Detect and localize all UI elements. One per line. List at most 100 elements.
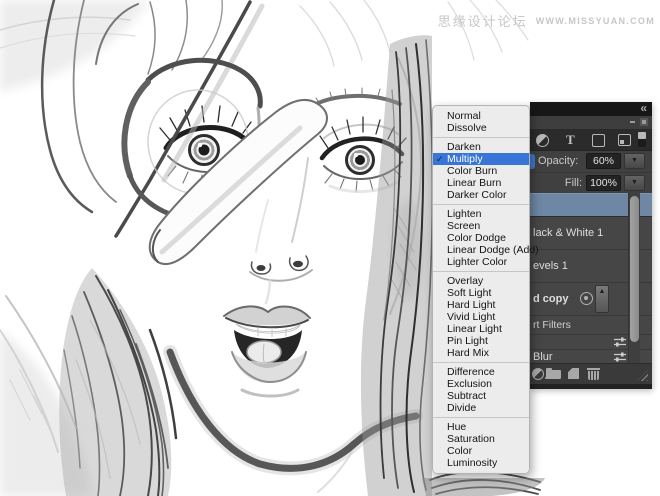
- menu-item-lighten[interactable]: Lighten: [433, 208, 529, 220]
- filter-toggle-switch[interactable]: [638, 132, 646, 147]
- new-adjustment-layer-icon[interactable]: [532, 368, 544, 380]
- panel-resize-grip[interactable]: [637, 370, 648, 381]
- layer-filter-bar: T: [530, 130, 652, 151]
- menu-item-screen[interactable]: Screen: [433, 220, 529, 232]
- menu-item-color[interactable]: Color: [433, 445, 529, 457]
- menu-item-label: Color Burn: [447, 165, 497, 177]
- fill-label: Fill:: [530, 177, 582, 189]
- menu-separator: [433, 417, 529, 418]
- panel-tab-strip: [530, 116, 652, 130]
- menu-item-label: Normal: [447, 110, 481, 122]
- watermark-site-name: 思缘设计论坛: [438, 11, 528, 30]
- opacity-dropdown-button[interactable]: ▼: [624, 153, 645, 169]
- menu-item-soft-light[interactable]: Soft Light: [433, 287, 529, 299]
- filter-shape-layers-icon[interactable]: [592, 134, 605, 147]
- menu-item-label: Hue: [447, 421, 466, 433]
- menu-item-label: Divide: [447, 402, 476, 414]
- menu-item-label: Vivid Light: [447, 311, 495, 323]
- menu-item-label: Overlay: [447, 275, 483, 287]
- menu-item-darker-color[interactable]: Darker Color: [433, 189, 529, 201]
- menu-item-vivid-light[interactable]: Vivid Light: [433, 311, 529, 323]
- menu-item-linear-burn[interactable]: Linear Burn: [433, 177, 529, 189]
- fill-dropdown-button[interactable]: ▼: [624, 175, 645, 191]
- filter-type-layers-icon[interactable]: T: [566, 132, 575, 148]
- menu-item-label: Pin Light: [447, 335, 488, 347]
- filter-adjustment-layers-icon[interactable]: [536, 134, 549, 147]
- menu-item-label: Dissolve: [447, 122, 487, 134]
- blend-mode-select-fragment[interactable]: [530, 154, 535, 169]
- menu-item-label: Hard Light: [447, 299, 495, 311]
- menu-item-luminosity[interactable]: Luminosity: [433, 457, 529, 469]
- menu-separator: [433, 362, 529, 363]
- menu-item-linear-dodge-add-[interactable]: Linear Dodge (Add): [433, 244, 529, 256]
- collapse-panel-icon[interactable]: «: [640, 102, 647, 115]
- layers-list: lack & White 1 evels 1 d copy ▲ rt Filters Bl…: [530, 193, 652, 364]
- panel-menu-icon[interactable]: [630, 118, 648, 127]
- menu-item-label: Luminosity: [447, 457, 497, 469]
- menu-item-label: Difference: [447, 366, 495, 378]
- panel-title-bar: «: [530, 102, 652, 116]
- menu-item-darken[interactable]: Darken: [433, 141, 529, 153]
- filter-blending-options-icon[interactable]: [613, 337, 627, 348]
- menu-item-multiply[interactable]: ✓Multiply: [433, 153, 529, 165]
- menu-item-label: Lighter Color: [447, 256, 507, 268]
- menu-item-subtract[interactable]: Subtract: [433, 390, 529, 402]
- opacity-value[interactable]: 60%: [586, 153, 621, 169]
- menu-item-label: Soft Light: [447, 287, 491, 299]
- photoshop-workspace: 思缘设计论坛 WWW.MISSYUAN.COM « T Opacity: 60%…: [0, 0, 660, 496]
- watermark: 思缘设计论坛 WWW.MISSYUAN.COM: [438, 11, 655, 30]
- smart-filter-badge-icon: [580, 292, 593, 305]
- menu-item-label: Hard Mix: [447, 347, 489, 359]
- new-layer-icon[interactable]: [568, 368, 579, 379]
- watermark-url: WWW.MISSYUAN.COM: [536, 16, 655, 26]
- layer-name: lack & White 1: [533, 227, 603, 239]
- layers-scrollbar[interactable]: [628, 193, 640, 364]
- menu-item-label: Lighten: [447, 208, 481, 220]
- menu-item-lighter-color[interactable]: Lighter Color: [433, 256, 529, 268]
- scrollbar-thumb[interactable]: [630, 196, 639, 342]
- menu-item-normal[interactable]: Normal: [433, 110, 529, 122]
- menu-item-color-dodge[interactable]: Color Dodge: [433, 232, 529, 244]
- menu-separator: [433, 137, 529, 138]
- opacity-row: Opacity: 60% ▼: [530, 151, 652, 173]
- menu-item-overlay[interactable]: Overlay: [433, 275, 529, 287]
- layer-name: d copy: [533, 293, 568, 305]
- filter-blending-options-icon[interactable]: [613, 352, 627, 363]
- menu-item-label: Saturation: [447, 433, 495, 445]
- menu-item-label: Subtract: [447, 390, 486, 402]
- menu-item-label: Linear Burn: [447, 177, 501, 189]
- menu-item-hard-mix[interactable]: Hard Mix: [433, 347, 529, 359]
- layer-name: evels 1: [533, 260, 568, 272]
- menu-item-dissolve[interactable]: Dissolve: [433, 122, 529, 134]
- menu-item-difference[interactable]: Difference: [433, 366, 529, 378]
- menu-item-linear-light[interactable]: Linear Light: [433, 323, 529, 335]
- menu-item-pin-light[interactable]: Pin Light: [433, 335, 529, 347]
- layer-name: Blur: [533, 351, 553, 363]
- menu-item-label: Darker Color: [447, 189, 507, 201]
- fill-row: Fill: 100% ▼: [530, 173, 652, 195]
- layer-name: rt Filters: [533, 319, 571, 331]
- fill-value[interactable]: 100%: [586, 175, 621, 191]
- blend-mode-menu-items: NormalDissolveDarken✓MultiplyColor BurnL…: [433, 110, 529, 469]
- menu-item-divide[interactable]: Divide: [433, 402, 529, 414]
- menu-item-label: Multiply: [447, 153, 483, 165]
- checkmark-icon: ✓: [436, 153, 446, 165]
- menu-item-hue[interactable]: Hue: [433, 421, 529, 433]
- menu-item-label: Linear Dodge (Add): [447, 244, 539, 256]
- menu-item-color-burn[interactable]: Color Burn: [433, 165, 529, 177]
- menu-item-exclusion[interactable]: Exclusion: [433, 378, 529, 390]
- menu-item-label: Screen: [447, 220, 480, 232]
- layers-panel: « T Opacity: 60% ▼ Fill: 100% ▼ lack & W…: [530, 102, 652, 389]
- smart-filter-collapse-button[interactable]: ▲: [595, 285, 609, 313]
- menu-item-hard-light[interactable]: Hard Light: [433, 299, 529, 311]
- menu-separator: [433, 271, 529, 272]
- menu-item-saturation[interactable]: Saturation: [433, 433, 529, 445]
- panel-bottom-edge: [530, 384, 652, 389]
- new-group-icon[interactable]: [546, 370, 561, 379]
- delete-layer-icon[interactable]: [587, 367, 600, 380]
- menu-item-label: Color Dodge: [447, 232, 506, 244]
- menu-item-label: Linear Light: [447, 323, 502, 335]
- menu-item-label: Exclusion: [447, 378, 492, 390]
- filter-smart-objects-icon[interactable]: [618, 134, 631, 146]
- menu-item-label: Color: [447, 445, 472, 457]
